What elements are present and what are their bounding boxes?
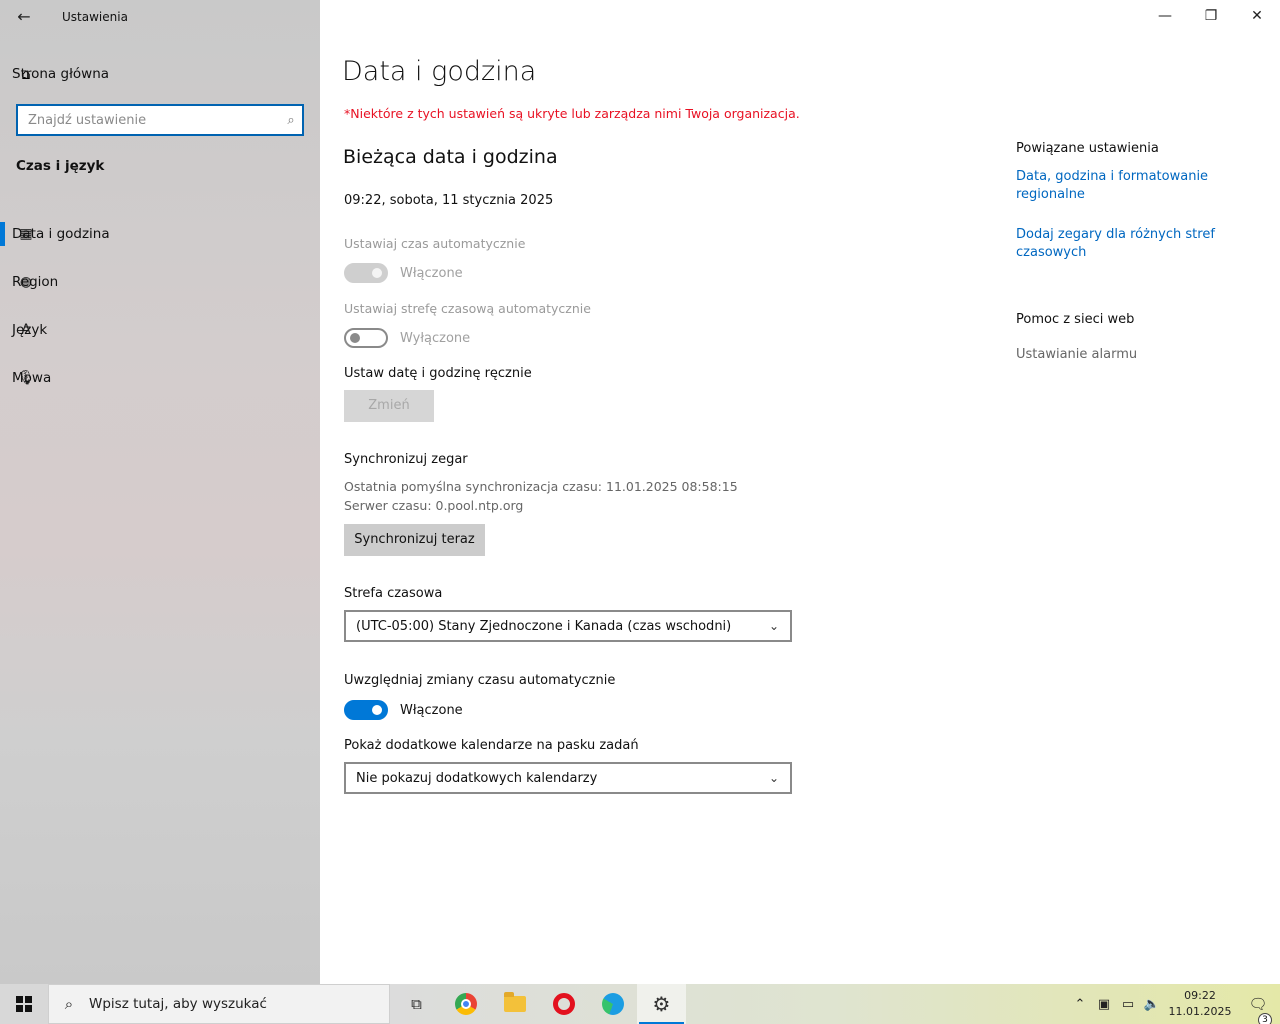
time-server-text: Serwer czasu: 0.pool.ntp.org	[344, 498, 524, 513]
sidebar-section-title: Czas i język	[16, 158, 105, 174]
taskbar-search-box[interactable]: ⌕ Wpisz tutaj, aby wyszukać	[48, 984, 390, 1024]
notification-center-icon[interactable]: 🗨 3	[1236, 995, 1280, 1024]
sidebar-item-home[interactable]: ⌂ Strona główna	[0, 60, 320, 88]
auto-time-toggle[interactable]	[344, 263, 388, 283]
sync-now-button[interactable]: Synchronizuj teraz	[344, 524, 485, 556]
meet-now-icon[interactable]: ▣	[1092, 997, 1116, 1012]
opera-icon	[552, 993, 575, 1015]
window-controls: — ❐ ✕	[1142, 0, 1280, 32]
auto-timezone-toggle[interactable]	[344, 328, 388, 348]
volume-muted-icon[interactable]: 🔈	[1140, 997, 1164, 1012]
taskbar-search-placeholder: Wpisz tutaj, aby wyszukać	[89, 996, 267, 1012]
settings-window: ← Ustawienia ⌂ Strona główna Znajdź usta…	[0, 0, 1280, 984]
close-icon[interactable]: ✕	[1234, 0, 1280, 32]
calendars-label: Pokaż dodatkowe kalendarze na pasku zada…	[344, 738, 639, 753]
last-sync-text: Ostatnia pomyślna synchronizacja czasu: …	[344, 479, 738, 494]
sidebar-item-label: Region	[12, 274, 59, 290]
notification-badge: 3	[1258, 1013, 1272, 1024]
organization-note: *Niektóre z tych ustawień są ukryte lub …	[344, 106, 800, 121]
chrome-icon	[454, 993, 477, 1015]
dst-toggle[interactable]	[344, 700, 388, 720]
auto-time-label: Ustawiaj czas automatycznie	[344, 236, 526, 251]
sync-title: Synchronizuj zegar	[344, 452, 468, 467]
task-view-icon: ⧉	[411, 995, 422, 1013]
taskbar-apps: ⧉ ⚙	[392, 984, 686, 1024]
auto-timezone-state: Wyłączone	[400, 331, 471, 346]
help-title: Pomoc z sieci web	[1016, 312, 1135, 327]
current-datetime: 09:22, sobota, 11 stycznia 2025	[344, 193, 554, 208]
sidebar-item-label: Mowa	[12, 370, 52, 386]
search-icon: ⌕	[64, 995, 74, 1013]
sidebar-item-label: Język	[12, 322, 48, 338]
page-title: Data i godzina	[342, 56, 537, 87]
chevron-up-icon[interactable]: ⌃	[1068, 997, 1092, 1012]
manual-set-label: Ustaw datę i godzinę ręcznie	[344, 366, 532, 381]
settings-taskbar-button[interactable]: ⚙	[637, 984, 686, 1024]
related-title: Powiązane ustawienia	[1016, 141, 1159, 156]
timezone-label: Strefa czasowa	[344, 586, 443, 601]
timezone-value: (UTC-05:00) Stany Zjednoczone i Kanada (…	[356, 618, 732, 634]
calendars-select[interactable]: Nie pokazuj dodatkowych kalendarzy ⌄	[344, 762, 792, 794]
gear-icon: ⚙	[652, 992, 671, 1016]
selection-indicator	[0, 222, 5, 246]
folder-icon	[503, 992, 526, 1012]
windows-logo-icon	[16, 996, 32, 1012]
clock-time: 09:22	[1184, 989, 1216, 1002]
dst-state: Włączone	[400, 703, 463, 718]
opera-button[interactable]	[539, 984, 588, 1024]
edge-button[interactable]	[588, 984, 637, 1024]
sidebar-item-label: Strona główna	[12, 66, 110, 82]
network-icon[interactable]: ▭	[1116, 997, 1140, 1012]
restore-icon[interactable]: ❐	[1188, 0, 1234, 32]
task-view-button[interactable]: ⧉	[392, 984, 441, 1024]
back-arrow-icon[interactable]: ←	[10, 6, 38, 28]
sidebar-item-label: Data i godzina	[12, 226, 110, 242]
clock-date: 11.01.2025	[1168, 1005, 1232, 1018]
sidebar-item-date-time[interactable]: ▦ Data i godzina	[0, 210, 320, 258]
auto-time-state: Włączone	[400, 266, 463, 281]
sidebar: ← Ustawienia ⌂ Strona główna Znajdź usta…	[0, 0, 320, 984]
edge-icon	[601, 993, 624, 1015]
timezone-select[interactable]: (UTC-05:00) Stany Zjednoczone i Kanada (…	[344, 610, 792, 642]
sidebar-nav: ▦ Data i godzina ◍ Region A Język 🎙 Mowa	[0, 210, 320, 402]
regional-format-link[interactable]: Data, godzina i formatowanie regionalne	[1016, 168, 1216, 204]
calendars-value: Nie pokazuj dodatkowych kalendarzy	[356, 770, 598, 786]
minimize-icon[interactable]: —	[1142, 0, 1188, 32]
settings-search-input[interactable]: Znajdź ustawienie ⌕	[16, 104, 304, 136]
change-datetime-button[interactable]: Zmień	[344, 390, 434, 422]
taskbar: ⌕ Wpisz tutaj, aby wyszukać ⧉ ⚙ ⌃ ▣ ▭ 🔈 …	[0, 984, 1280, 1024]
chrome-button[interactable]	[441, 984, 490, 1024]
sidebar-item-language[interactable]: A Język	[0, 306, 320, 354]
search-icon[interactable]: ⌕	[280, 113, 302, 128]
dst-label: Uwzględniaj zmiany czasu automatycznie	[344, 673, 616, 688]
alarm-help-link[interactable]: Ustawianie alarmu	[1016, 347, 1137, 362]
sidebar-item-speech[interactable]: 🎙 Mowa	[0, 354, 320, 402]
chevron-down-icon: ⌄	[768, 619, 780, 633]
taskbar-clock[interactable]: 09:22 11.01.2025	[1164, 988, 1236, 1020]
auto-timezone-label: Ustawiaj strefę czasową automatycznie	[344, 301, 591, 316]
sidebar-item-region[interactable]: ◍ Region	[0, 258, 320, 306]
file-explorer-button[interactable]	[490, 984, 539, 1024]
start-button[interactable]	[0, 984, 48, 1024]
search-placeholder: Znajdź ustawienie	[28, 112, 147, 128]
app-title: Ustawienia	[62, 10, 128, 24]
chevron-down-icon: ⌄	[768, 771, 780, 785]
section-title: Bieżąca data i godzina	[343, 146, 558, 168]
system-tray: ⌃ ▣ ▭ 🔈 09:22 11.01.2025 🗨 3	[1068, 984, 1280, 1024]
additional-clocks-link[interactable]: Dodaj zegary dla różnych stref czasowych	[1016, 226, 1216, 262]
